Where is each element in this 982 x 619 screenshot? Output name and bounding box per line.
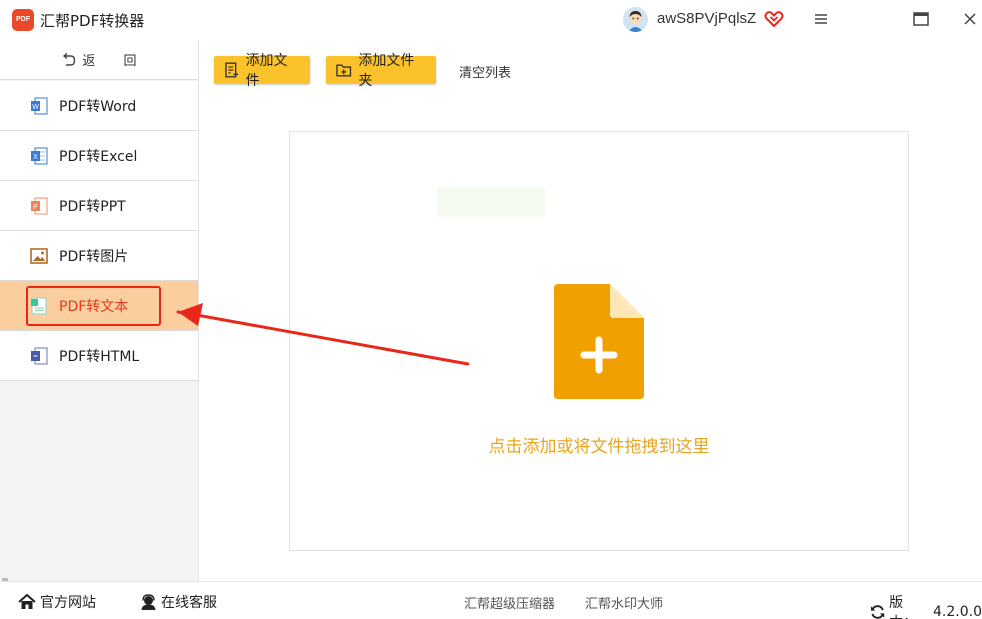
refresh-icon[interactable] bbox=[870, 604, 885, 619]
undo-arrow-icon bbox=[63, 52, 76, 66]
avatar[interactable] bbox=[623, 7, 648, 32]
sidebar-item-label: PDF转图片 bbox=[59, 248, 129, 265]
file-plus-icon bbox=[554, 284, 644, 399]
watermark-link[interactable]: 汇帮水印大师 bbox=[585, 593, 663, 612]
hamburger-menu-icon[interactable] bbox=[806, 6, 836, 34]
official-website-link[interactable]: 官方网站 bbox=[18, 592, 96, 612]
add-file-icon bbox=[225, 62, 239, 78]
annotation-highlight-box bbox=[26, 286, 161, 326]
faint-placeholder bbox=[437, 187, 545, 217]
heart-vip-icon[interactable] bbox=[764, 9, 784, 29]
svg-text:P: P bbox=[33, 204, 38, 211]
app-title: 汇帮PDF转换器 bbox=[40, 12, 145, 30]
official-website-label: 官方网站 bbox=[40, 595, 96, 611]
svg-text:X: X bbox=[33, 154, 38, 161]
sidebar-item-label: PDF转PPT bbox=[59, 198, 126, 215]
title-bar: PDF 汇帮PDF转换器 awS8PVjPqlsZ bbox=[0, 0, 982, 40]
sidebar: 返 回 W PDF转Word X PDF转Excel P PDF转PPT PDF… bbox=[0, 40, 199, 581]
maximize-icon[interactable] bbox=[906, 6, 936, 34]
sidebar-item-label: PDF转HTML bbox=[59, 348, 140, 365]
pdf-logo-icon: PDF bbox=[12, 9, 34, 31]
version-value: 4.2.0.0 bbox=[933, 604, 982, 619]
sidebar-item-image[interactable]: PDF转图片 bbox=[0, 231, 198, 281]
close-icon[interactable] bbox=[955, 6, 982, 34]
username[interactable]: awS8PVjPqlsZ bbox=[657, 10, 756, 27]
sidebar-item-word[interactable]: W PDF转Word bbox=[0, 81, 198, 131]
version-info: 版本： 4.2.0.0 bbox=[870, 592, 982, 619]
online-support-label: 在线客服 bbox=[161, 595, 217, 611]
online-support-link[interactable]: 在线客服 bbox=[140, 592, 217, 612]
sidebar-item-text[interactable]: PDF转文本 bbox=[0, 281, 198, 331]
support-headset-icon bbox=[141, 593, 156, 610]
sidebar-item-label: PDF转Word bbox=[59, 98, 137, 115]
file-drop-zone[interactable]: 点击添加或将文件拖拽到这里 bbox=[289, 131, 909, 551]
image-icon bbox=[30, 247, 48, 264]
home-icon bbox=[18, 594, 36, 609]
add-folder-label: 添加文件夹 bbox=[358, 53, 415, 89]
sidebar-item-label: PDF转Excel bbox=[59, 148, 138, 165]
compressor-link[interactable]: 汇帮超级压缩器 bbox=[464, 593, 555, 612]
clear-list-button[interactable]: 清空列表 bbox=[459, 62, 511, 81]
add-folder-icon bbox=[336, 64, 352, 77]
footer: 官方网站 在线客服 汇帮超级压缩器 汇帮水印大师 版本： 4.2.0.0 bbox=[0, 581, 982, 619]
add-file-label: 添加文件 bbox=[245, 53, 288, 89]
back-label: 返 回 bbox=[82, 54, 149, 69]
drop-hint-text: 点击添加或将文件拖拽到这里 bbox=[488, 437, 710, 457]
version-label: 版本： bbox=[889, 595, 917, 619]
add-folder-button[interactable]: 添加文件夹 bbox=[326, 53, 436, 89]
excel-icon: X bbox=[31, 146, 48, 165]
sidebar-item-html[interactable]: PDF转HTML bbox=[0, 331, 198, 381]
html-icon bbox=[31, 346, 48, 365]
word-icon: W bbox=[31, 96, 48, 115]
sidebar-item-excel[interactable]: X PDF转Excel bbox=[0, 131, 198, 181]
add-file-button[interactable]: 添加文件 bbox=[214, 53, 310, 89]
sidebar-item-ppt[interactable]: P PDF转PPT bbox=[0, 181, 198, 231]
ppt-icon: P bbox=[31, 196, 48, 215]
svg-text:W: W bbox=[32, 104, 39, 111]
back-button[interactable]: 返 回 bbox=[0, 40, 198, 80]
